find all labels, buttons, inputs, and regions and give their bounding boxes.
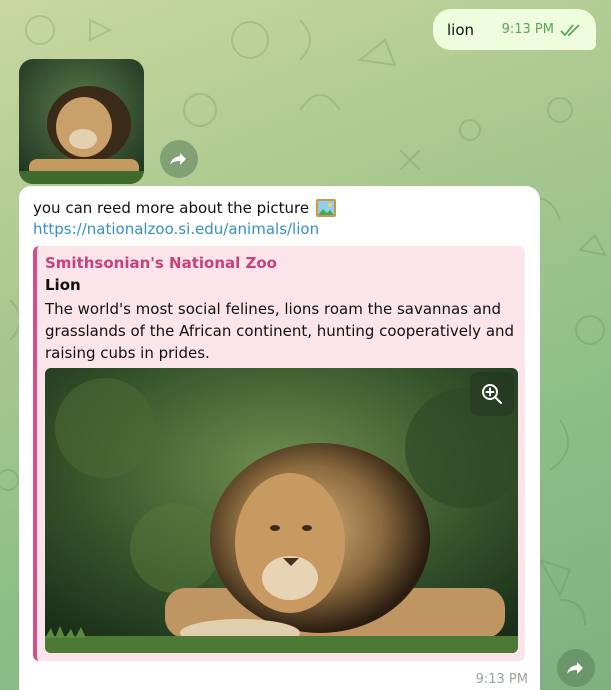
framed-picture-icon — [316, 199, 337, 217]
forward-icon — [170, 153, 186, 165]
zoom-button[interactable] — [470, 372, 514, 416]
forward-button[interactable] — [160, 140, 198, 178]
forward-button-2[interactable] — [557, 649, 595, 687]
incoming-message-time: 9:13 PM — [475, 672, 528, 687]
outgoing-message-time: 9:13 PM — [501, 22, 554, 37]
outgoing-message-text: lion — [447, 20, 475, 39]
incoming-message-link[interactable]: https://nationalzoo.si.edu/animals/lion — [33, 220, 319, 238]
link-preview-description: The world's most social felines, lions r… — [45, 300, 515, 362]
forward-icon — [567, 662, 583, 674]
incoming-message[interactable]: you can reed more about the picture http… — [19, 186, 540, 690]
double-check-icon — [560, 23, 580, 36]
link-preview-title: Lion — [45, 276, 81, 294]
link-preview-image[interactable] — [45, 368, 518, 653]
incoming-message-text: you can reed more about the picture — [33, 199, 310, 217]
link-preview[interactable]: Smithsonian's National Zoo Lion The worl… — [33, 246, 525, 661]
link-preview-site: Smithsonian's National Zoo — [45, 254, 277, 272]
zoom-in-icon — [482, 384, 502, 404]
outgoing-message[interactable]: lion 9:13 PM — [433, 9, 596, 50]
lion-photo-thumbnail[interactable] — [19, 59, 144, 184]
